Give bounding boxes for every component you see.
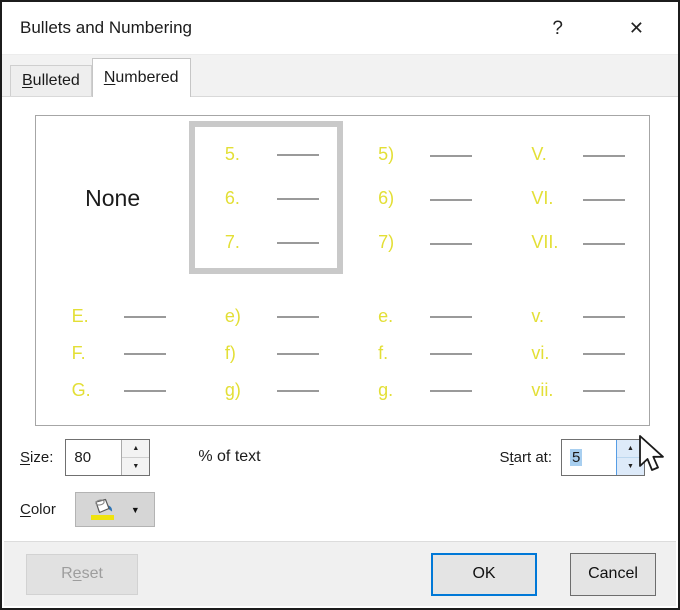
color-label: Color — [20, 501, 56, 518]
dialog-footer: Reset OK Cancel — [4, 541, 676, 606]
tab-bulleted-label: Bulleted — [22, 72, 80, 90]
start-at-label: Start at: — [499, 449, 552, 466]
cancel-button[interactable]: Cancel — [570, 553, 656, 596]
size-spinner-up-icon[interactable]: ▲ — [122, 440, 149, 458]
size-spinner-down-icon[interactable]: ▼ — [122, 458, 149, 475]
sample-text-line — [124, 353, 166, 355]
size-and-start-row: Size: 80 ▲ ▼ % of text Start at: 5 ▲ ▼ — [20, 438, 645, 476]
title-bar: Bullets and Numbering ? ✕ — [2, 2, 678, 55]
sample-text-line — [277, 198, 319, 200]
ok-button[interactable]: OK — [431, 553, 537, 596]
paint-bucket-icon — [90, 498, 117, 522]
tab-numbered[interactable]: Numbered — [92, 58, 191, 97]
sample-text-line — [430, 199, 472, 201]
start-at-input[interactable]: 5 ▲ ▼ — [561, 439, 645, 476]
close-icon[interactable]: ✕ — [629, 19, 644, 37]
tab-panel-numbered: None 5. 6. 7. 5) 6) 7) V. VI. VII. E. F.… — [2, 97, 678, 527]
gallery-option-none[interactable]: None — [36, 116, 189, 280]
color-picker-button[interactable]: ▼ — [75, 492, 155, 527]
gallery-option-roman-lower[interactable]: v. vi. vii. — [496, 280, 649, 425]
sample-text-line — [277, 242, 319, 244]
size-value[interactable]: 80 — [66, 440, 121, 475]
reset-button[interactable]: Reset — [26, 554, 138, 595]
sample-text-line — [583, 243, 625, 245]
gallery-option-alpha-lower-paren[interactable]: e) f) g) — [189, 280, 342, 425]
sample-text-line — [430, 353, 472, 355]
start-at-group: Start at: 5 ▲ ▼ — [499, 439, 645, 476]
percent-of-text-label: % of text — [198, 448, 260, 466]
sample-text-line — [430, 243, 472, 245]
size-input[interactable]: 80 ▲ ▼ — [65, 439, 150, 476]
gallery-option-alpha-lower-period[interactable]: e. f. g. — [343, 280, 496, 425]
sample-text-line — [277, 154, 319, 156]
sample-text-line — [124, 316, 166, 318]
gallery-option-numbered-period[interactable]: 5. 6. 7. — [189, 121, 342, 274]
sample-text-line — [583, 353, 625, 355]
sample-text-line — [430, 390, 472, 392]
size-spinner: ▲ ▼ — [121, 440, 149, 475]
mouse-cursor — [638, 435, 672, 479]
sample-text-line — [277, 390, 319, 392]
sample-text-line — [583, 199, 625, 201]
sample-text-line — [277, 353, 319, 355]
size-label: Size: — [20, 449, 53, 466]
sample-text-line — [583, 155, 625, 157]
none-label: None — [85, 185, 140, 212]
sample-text-line — [583, 390, 625, 392]
gallery-option-alpha-upper[interactable]: E. F. G. — [36, 280, 189, 425]
tab-strip: Bulleted Numbered — [2, 55, 678, 97]
sample-text-line — [124, 390, 166, 392]
tab-numbered-label: Numbered — [104, 69, 179, 87]
bullets-and-numbering-dialog: Bullets and Numbering ? ✕ Bulleted Numbe… — [0, 0, 680, 610]
tab-bulleted[interactable]: Bulleted — [10, 65, 92, 96]
dialog-title: Bullets and Numbering — [20, 18, 192, 38]
color-dropdown-icon: ▼ — [131, 505, 140, 515]
numbering-style-gallery: None 5. 6. 7. 5) 6) 7) V. VI. VII. E. F.… — [35, 115, 650, 426]
color-row: Color ▼ — [20, 492, 678, 527]
sample-text-line — [430, 316, 472, 318]
sample-text-line — [430, 155, 472, 157]
gallery-option-roman-upper[interactable]: V. VI. VII. — [496, 116, 649, 280]
start-at-value[interactable]: 5 — [570, 449, 582, 466]
sample-text-line — [277, 316, 319, 318]
help-icon[interactable]: ? — [552, 19, 563, 38]
gallery-option-numbered-paren[interactable]: 5) 6) 7) — [343, 116, 496, 280]
sample-text-line — [583, 316, 625, 318]
